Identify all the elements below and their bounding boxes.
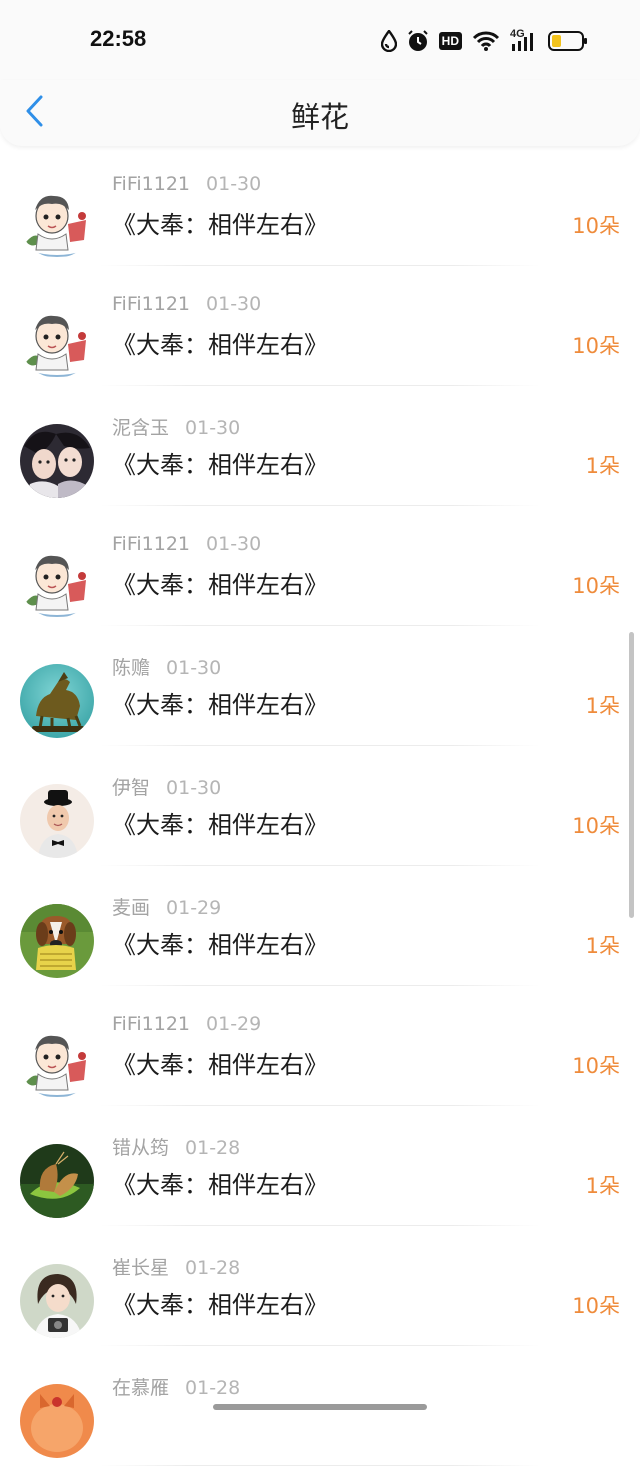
username[interactable]: 崔长星 — [112, 1257, 169, 1279]
item-meta: 泥含玉 01-30 — [112, 413, 240, 440]
item-meta: FiFi1121 01-29 — [112, 1013, 261, 1035]
username[interactable]: 陈赡 — [112, 657, 150, 679]
flower-count: 10朵 — [572, 214, 620, 238]
avatar[interactable] — [20, 664, 94, 738]
avatar[interactable] — [20, 904, 94, 978]
battery-icon — [548, 30, 588, 52]
item-meta: 麦画 01-29 — [112, 893, 221, 920]
item-date: 01-28 — [185, 1137, 241, 1159]
username[interactable]: 麦画 — [112, 897, 150, 919]
4g-signal-icon: 4G — [510, 28, 538, 52]
list-item[interactable]: 陈赡 01-30 《大奉：相伴左右》 1朵 — [0, 626, 640, 746]
username[interactable]: FiFi1121 — [112, 533, 190, 555]
book-title[interactable]: 《大奉：相伴左右》 — [112, 1045, 328, 1080]
item-meta: 陈赡 01-30 — [112, 653, 221, 680]
avatar[interactable] — [20, 304, 94, 378]
flower-gift-list[interactable]: FiFi1121 01-30 《大奉：相伴左右》 10朵 FiFi1121 01-3… — [0, 146, 640, 1466]
username[interactable]: 在慕雁 — [112, 1377, 169, 1399]
item-date: 01-28 — [185, 1377, 241, 1399]
book-title[interactable]: 《大奉：相伴左右》 — [112, 805, 328, 840]
book-title[interactable]: 《大奉：相伴左右》 — [112, 565, 328, 600]
username[interactable]: FiFi1121 — [112, 1013, 190, 1035]
book-title[interactable]: 《大奉：相伴左右》 — [112, 1165, 328, 1200]
username[interactable]: 伊智 — [112, 777, 150, 799]
list-item[interactable]: 麦画 01-29 《大奉：相伴左右》 1朵 — [0, 866, 640, 986]
list-item[interactable]: 错从筠 01-28 《大奉：相伴左右》 1朵 — [0, 1106, 640, 1226]
status-icons: HD 4G — [380, 28, 588, 54]
item-meta: 错从筠 01-28 — [112, 1133, 240, 1160]
status-bar: 22:58 HD 4G — [0, 0, 640, 80]
scrollbar[interactable] — [629, 632, 634, 918]
hd-icon: HD — [438, 32, 462, 50]
avatar[interactable] — [20, 184, 94, 258]
username[interactable]: 泥含玉 — [112, 417, 169, 439]
item-date: 01-30 — [185, 417, 241, 439]
item-meta: 在慕雁 01-28 — [112, 1373, 240, 1400]
username[interactable]: 错从筠 — [112, 1137, 169, 1159]
book-title[interactable]: 《大奉：相伴左右》 — [112, 685, 328, 720]
item-meta: FiFi1121 01-30 — [112, 533, 261, 555]
list-item[interactable]: 伊智 01-30 《大奉：相伴左右》 10朵 — [0, 746, 640, 866]
water-drop-icon — [380, 30, 397, 52]
item-date: 01-30 — [166, 657, 222, 679]
flower-count: 10朵 — [572, 334, 620, 358]
list-item[interactable]: FiFi1121 01-30 《大奉：相伴左右》 10朵 — [0, 266, 640, 386]
book-title[interactable]: 《大奉：相伴左右》 — [112, 205, 328, 240]
avatar[interactable] — [20, 424, 94, 498]
item-date: 01-30 — [206, 173, 262, 195]
flower-count: 1朵 — [585, 694, 620, 718]
page-title: 鲜花 — [290, 100, 349, 134]
avatar[interactable] — [20, 1144, 94, 1218]
item-date: 01-28 — [185, 1257, 241, 1279]
avatar[interactable] — [20, 1024, 94, 1098]
wifi-icon — [472, 30, 500, 52]
username[interactable]: FiFi1121 — [112, 293, 190, 315]
item-meta: FiFi1121 01-30 — [112, 173, 261, 195]
avatar[interactable] — [20, 544, 94, 618]
alarm-icon — [407, 30, 429, 52]
book-title[interactable]: 《大奉：相伴左右》 — [112, 1285, 328, 1320]
home-indicator[interactable] — [213, 1404, 427, 1410]
flower-count: 1朵 — [585, 454, 620, 478]
list-item[interactable]: FiFi1121 01-30 《大奉：相伴左右》 10朵 — [0, 146, 640, 266]
list-item[interactable]: 泥含玉 01-30 《大奉：相伴左右》 1朵 — [0, 386, 640, 506]
item-date: 01-30 — [166, 777, 222, 799]
flower-count: 10朵 — [572, 814, 620, 838]
list-item[interactable]: 崔长星 01-28 《大奉：相伴左右》 10朵 — [0, 1226, 640, 1346]
item-date: 01-30 — [206, 533, 262, 555]
book-title[interactable]: 《大奉：相伴左右》 — [112, 325, 328, 360]
status-time: 22:58 — [90, 26, 147, 51]
avatar[interactable] — [20, 1264, 94, 1338]
list-item[interactable]: FiFi1121 01-30 《大奉：相伴左右》 10朵 — [0, 506, 640, 626]
flower-count: 10朵 — [572, 1054, 620, 1078]
item-date: 01-29 — [206, 1013, 262, 1035]
flower-count: 1朵 — [585, 1174, 620, 1198]
flower-count: 10朵 — [572, 574, 620, 598]
avatar[interactable] — [20, 1384, 94, 1458]
navigation-bar: 鲜花 — [0, 80, 640, 146]
avatar[interactable] — [20, 784, 94, 858]
item-meta: FiFi1121 01-30 — [112, 293, 261, 315]
book-title[interactable]: 《大奉：相伴左右》 — [112, 445, 328, 480]
username[interactable]: FiFi1121 — [112, 173, 190, 195]
flower-count: 10朵 — [572, 1294, 620, 1318]
item-date: 01-29 — [166, 897, 222, 919]
item-meta: 崔长星 01-28 — [112, 1253, 240, 1280]
item-date: 01-30 — [206, 293, 262, 315]
item-meta: 伊智 01-30 — [112, 773, 221, 800]
list-item[interactable]: FiFi1121 01-29 《大奉：相伴左右》 10朵 — [0, 986, 640, 1106]
flower-count: 1朵 — [585, 934, 620, 958]
book-title[interactable]: 《大奉：相伴左右》 — [112, 925, 328, 960]
